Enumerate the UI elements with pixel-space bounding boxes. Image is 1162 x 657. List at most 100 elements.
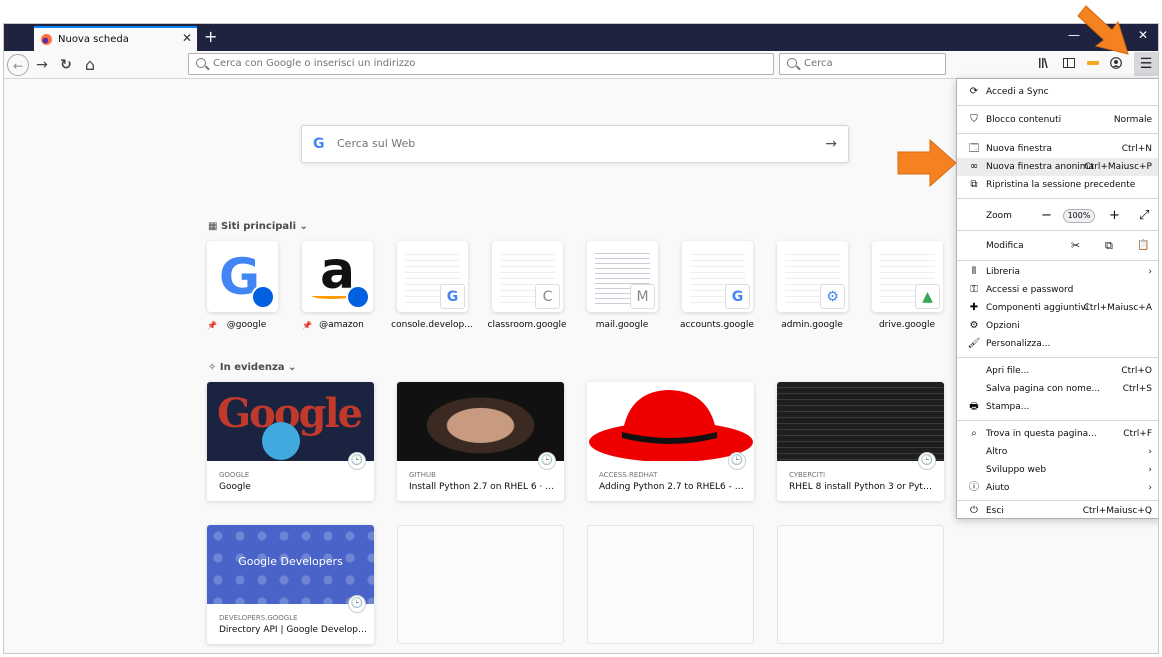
zoom-out-button[interactable]: − xyxy=(1041,205,1052,227)
reload-button[interactable]: ↻ xyxy=(55,54,77,76)
forward-button[interactable]: → xyxy=(31,54,53,76)
menu-item-more[interactable]: Altro › xyxy=(957,443,1158,461)
search-submit-icon[interactable]: → xyxy=(825,126,837,162)
menu-item-web-developer[interactable]: Sviluppo web › xyxy=(957,461,1158,479)
web-search-placeholder: Cerca sul Web xyxy=(337,137,416,150)
zoom-in-button[interactable]: + xyxy=(1109,205,1120,227)
grid-icon: ▦ xyxy=(208,221,221,232)
content-blocking-value: Normale xyxy=(1113,115,1152,125)
card-title: Google xyxy=(219,482,251,492)
google-logo-icon: G xyxy=(313,136,325,152)
top-site-tile[interactable]: a xyxy=(302,241,373,312)
empty-card-placeholder xyxy=(587,525,754,644)
chevron-right-icon: › xyxy=(1148,483,1152,493)
account-icon[interactable] xyxy=(1110,57,1122,72)
key-icon: ⚿ xyxy=(970,284,978,295)
close-window-button[interactable]: ✕ xyxy=(1138,28,1148,42)
clock-icon: 🕒 xyxy=(538,452,556,470)
menu-item-new-window[interactable]: 🗔 Nuova finestra Ctrl+N xyxy=(957,140,1158,158)
admin-gear-icon: ⚙ xyxy=(820,284,845,309)
empty-card-placeholder xyxy=(397,525,564,644)
back-button[interactable]: ← xyxy=(7,54,29,76)
search-bar-placeholder: Cerca xyxy=(804,58,833,69)
search-icon: ⌕ xyxy=(971,428,977,439)
restore-session-icon: ⧉ xyxy=(970,179,978,190)
menu-item-zoom: Zoom − 100% + ⤢ xyxy=(957,205,1158,227)
tab-title: Nuova scheda xyxy=(58,34,129,45)
top-site-tile[interactable]: ⚙ xyxy=(777,241,848,312)
top-site-label: accounts.google xyxy=(680,320,754,330)
extension-icon[interactable] xyxy=(1087,57,1099,72)
highlight-card[interactable]: 🕒 ACCESS.REDHAT Adding Python 2.7 to RHE… xyxy=(587,382,754,501)
web-search-box[interactable]: G Cerca sul Web → xyxy=(301,125,849,163)
doodle-earth-icon xyxy=(262,422,300,460)
power-icon: ⏻ xyxy=(970,505,978,516)
url-bar[interactable]: Cerca con Google o inserisci un indirizz… xyxy=(188,53,774,75)
top-site-tile[interactable]: G xyxy=(207,241,278,312)
menu-item-find[interactable]: ⌕ Trova in questa pagina... Ctrl+F xyxy=(957,425,1158,443)
menu-item-sync[interactable]: ⟳ Accedi a Sync xyxy=(957,83,1158,101)
highlight-card[interactable]: Google 🕒 GOOGLE Google xyxy=(207,382,374,501)
highlights-heading[interactable]: ✧ In evidenza ⌄ xyxy=(208,362,296,373)
brush-icon: 🖌 xyxy=(967,338,981,349)
menu-item-save-page[interactable]: Salva pagina con nome... Ctrl+S xyxy=(957,380,1158,398)
classroom-favicon-icon: C xyxy=(535,284,560,309)
top-site-tile[interactable]: M xyxy=(587,241,658,312)
top-site-tile[interactable]: G xyxy=(397,241,468,312)
top-site-tile[interactable]: G xyxy=(682,241,753,312)
top-site-label: @google xyxy=(226,320,267,330)
screenshot-frame: Nuova scheda ✕ + — ✕ ← → ↻ ⌂ Cerca con G… xyxy=(0,0,1162,657)
card-source: ACCESS.REDHAT xyxy=(599,471,658,479)
search-shortcut-icon xyxy=(251,285,275,309)
chevron-right-icon: › xyxy=(1148,447,1152,457)
top-site-tile[interactable]: ▲ xyxy=(872,241,943,312)
firefox-icon xyxy=(41,34,52,45)
menu-item-addons[interactable]: ✚ Componenti aggiuntivi Ctrl+Maiusc+A xyxy=(957,299,1158,317)
sidebar-icon[interactable] xyxy=(1063,57,1075,72)
menu-item-help[interactable]: ⓘ Aiuto › xyxy=(957,479,1158,497)
menu-item-content-blocking[interactable]: ⛉ Blocco contenuti Normale xyxy=(957,111,1158,129)
chevron-right-icon: › xyxy=(1148,267,1152,277)
top-site-tile[interactable]: C xyxy=(492,241,563,312)
card-title: Directory API | Google Developers xyxy=(219,625,367,635)
card-source: GITHUB xyxy=(409,471,436,479)
library-icon[interactable] xyxy=(1038,57,1050,72)
gear-icon: ⚙ xyxy=(969,320,979,331)
chevron-right-icon: › xyxy=(1148,465,1152,475)
paste-icon[interactable]: 📋 xyxy=(1137,235,1149,257)
copy-icon[interactable]: ⧉ xyxy=(1105,235,1113,257)
card-source: GOOGLE xyxy=(219,471,250,479)
top-sites-heading[interactable]: ▦ Siti principali ⌄ xyxy=(208,221,308,232)
menu-item-customize[interactable]: 🖌 Personalizza... xyxy=(957,335,1158,353)
close-tab-icon[interactable]: ✕ xyxy=(182,31,192,45)
home-button[interactable]: ⌂ xyxy=(79,54,101,76)
card-title: RHEL 8 install Python 3 or Python ... xyxy=(789,482,937,492)
highlight-card[interactable]: 🕒 GITHUB Install Python 2.7 on RHEL 6 · … xyxy=(397,382,564,501)
tab-new-tab[interactable]: Nuova scheda ✕ xyxy=(34,26,197,51)
cut-icon[interactable]: ✂ xyxy=(1071,235,1080,257)
top-site-label: drive.google xyxy=(878,320,936,330)
menu-item-restore-session[interactable]: ⧉ Ripristina la sessione precedente xyxy=(957,176,1158,194)
menu-item-options[interactable]: ⚙ Opzioni xyxy=(957,317,1158,335)
zoom-reset-button[interactable]: 100% xyxy=(1063,209,1095,223)
menu-item-library[interactable]: ⫴ Libreria › xyxy=(957,263,1158,281)
library-icon: ⫴ xyxy=(971,266,977,277)
new-tab-button[interactable]: + xyxy=(204,27,217,46)
puzzle-icon: ✚ xyxy=(969,302,979,313)
sync-icon: ⟳ xyxy=(969,86,979,97)
search-bar[interactable]: Cerca xyxy=(779,53,946,75)
menu-item-print[interactable]: 🖶 Stampa... xyxy=(957,398,1158,416)
menu-item-logins[interactable]: ⚿ Accessi e password xyxy=(957,281,1158,299)
highlight-card[interactable]: Google Developers 🕒 DEVELOPERS.GOOGLE Di… xyxy=(207,525,374,644)
menu-item-private-window[interactable]: ∞ Nuova finestra anonima Ctrl+Maiusc+P xyxy=(957,158,1158,176)
open-menu-button[interactable]: ☰ xyxy=(1134,52,1158,76)
url-bar-placeholder: Cerca con Google o inserisci un indirizz… xyxy=(213,58,416,69)
fullscreen-icon[interactable]: ⤢ xyxy=(1139,205,1149,227)
card-source: CYBERCITI xyxy=(789,471,826,479)
menu-item-exit[interactable]: ⏻ Esci Ctrl+Maiusc+Q xyxy=(957,502,1158,520)
highlight-card[interactable]: 🕒 CYBERCITI RHEL 8 install Python 3 or P… xyxy=(777,382,944,501)
search-icon xyxy=(196,58,206,68)
navigation-toolbar: ← → ↻ ⌂ Cerca con Google o inserisci un … xyxy=(4,51,1158,79)
clock-icon: 🕒 xyxy=(348,452,366,470)
menu-item-open-file[interactable]: Apri file... Ctrl+O xyxy=(957,362,1158,380)
